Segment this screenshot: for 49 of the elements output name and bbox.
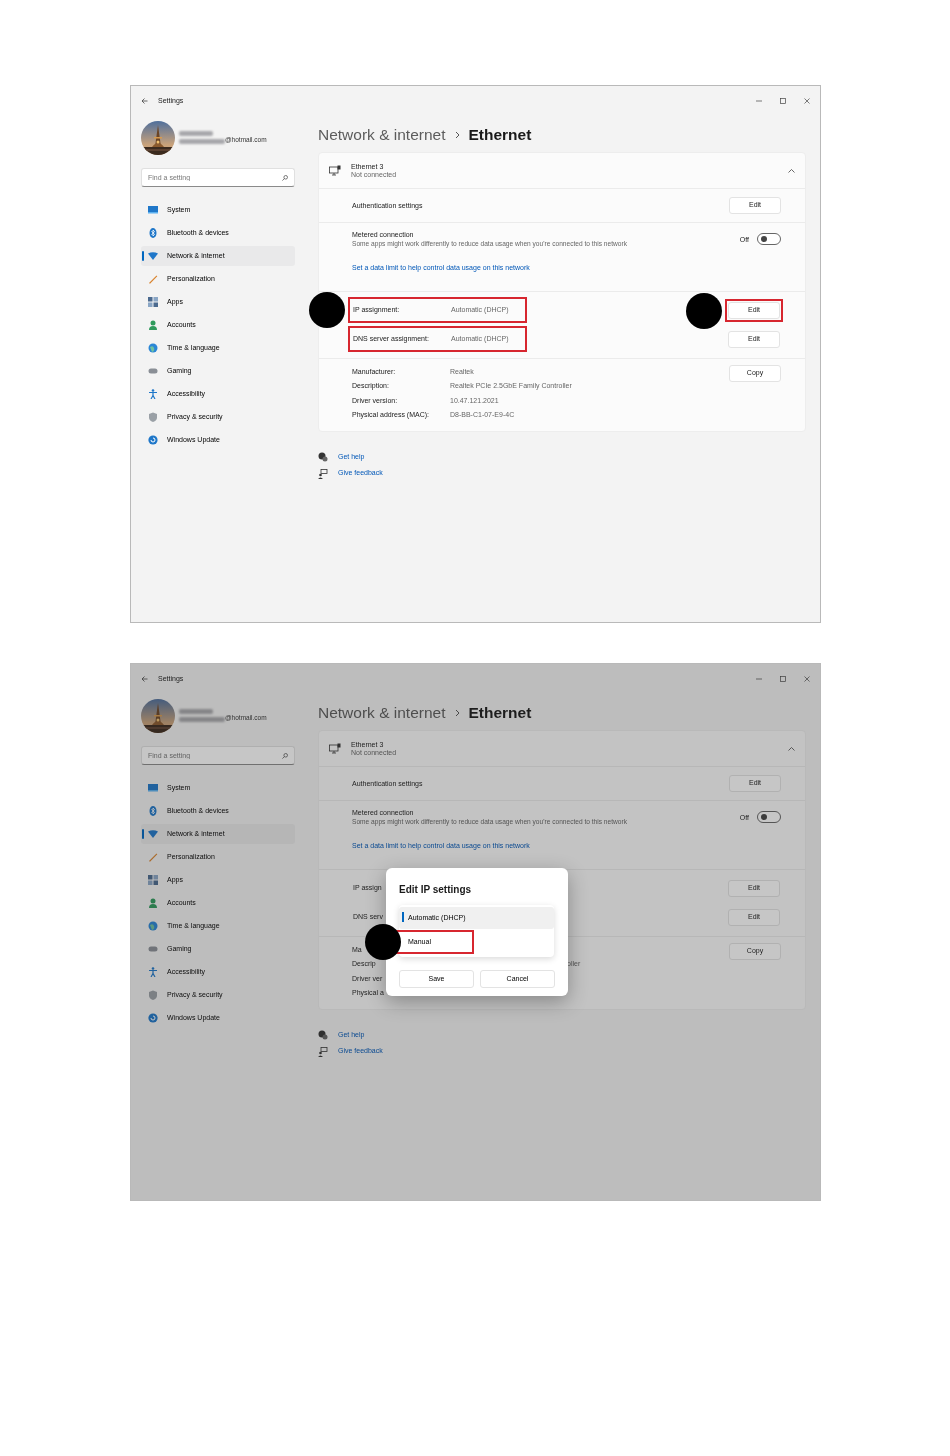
search-icon	[282, 753, 288, 759]
breadcrumb-link[interactable]: Network & internet	[318, 701, 446, 725]
gamepad-icon	[148, 944, 158, 954]
ethernet-icon	[329, 743, 341, 754]
back-arrow-icon[interactable]	[141, 676, 148, 682]
breadcrumb-link[interactable]: Network & internet	[318, 123, 446, 147]
feedback-icon	[318, 468, 328, 479]
accessibility-icon	[148, 389, 158, 399]
toggle-switch[interactable]	[757, 811, 781, 824]
monitor-icon	[148, 205, 158, 215]
search-icon	[282, 175, 288, 181]
accessibility-icon	[148, 967, 158, 977]
close-icon[interactable]	[804, 98, 810, 104]
ethernet-icon	[329, 165, 341, 176]
maximize-icon[interactable]	[780, 98, 786, 104]
page-title: Ethernet	[468, 125, 532, 146]
wifi-icon	[148, 251, 158, 261]
globe-icon	[148, 921, 158, 931]
wifi-icon	[148, 829, 158, 839]
apps-icon	[148, 875, 158, 885]
person-icon	[148, 320, 158, 330]
close-icon[interactable]	[804, 676, 810, 682]
bluetooth-icon	[148, 806, 158, 816]
pen-icon	[148, 274, 158, 284]
help-icon	[318, 452, 328, 463]
monitor-icon	[148, 783, 158, 793]
blurred-name	[179, 130, 225, 144]
chevron-up-icon[interactable]	[788, 746, 795, 751]
back-arrow-icon[interactable]	[141, 98, 148, 104]
apps-icon	[148, 297, 158, 307]
chevron-up-icon[interactable]	[788, 168, 795, 173]
maximize-icon[interactable]	[780, 676, 786, 682]
page-title: Ethernet	[468, 703, 532, 724]
feedback-icon	[318, 1046, 328, 1057]
globe-icon	[148, 343, 158, 353]
gamepad-icon	[148, 366, 158, 376]
person-icon	[148, 898, 158, 908]
shield-icon	[148, 412, 158, 422]
blurred-name	[179, 708, 225, 722]
shield-icon	[148, 990, 158, 1000]
dialog-title: Edit IP settings	[399, 883, 473, 897]
bluetooth-icon	[148, 228, 158, 238]
chevron-right-icon	[454, 709, 460, 717]
pen-icon	[148, 852, 158, 862]
chevron-right-icon	[454, 131, 460, 139]
update-icon	[148, 1013, 158, 1023]
help-icon	[318, 1030, 328, 1041]
toggle-switch[interactable]	[757, 233, 781, 246]
update-icon	[148, 435, 158, 445]
